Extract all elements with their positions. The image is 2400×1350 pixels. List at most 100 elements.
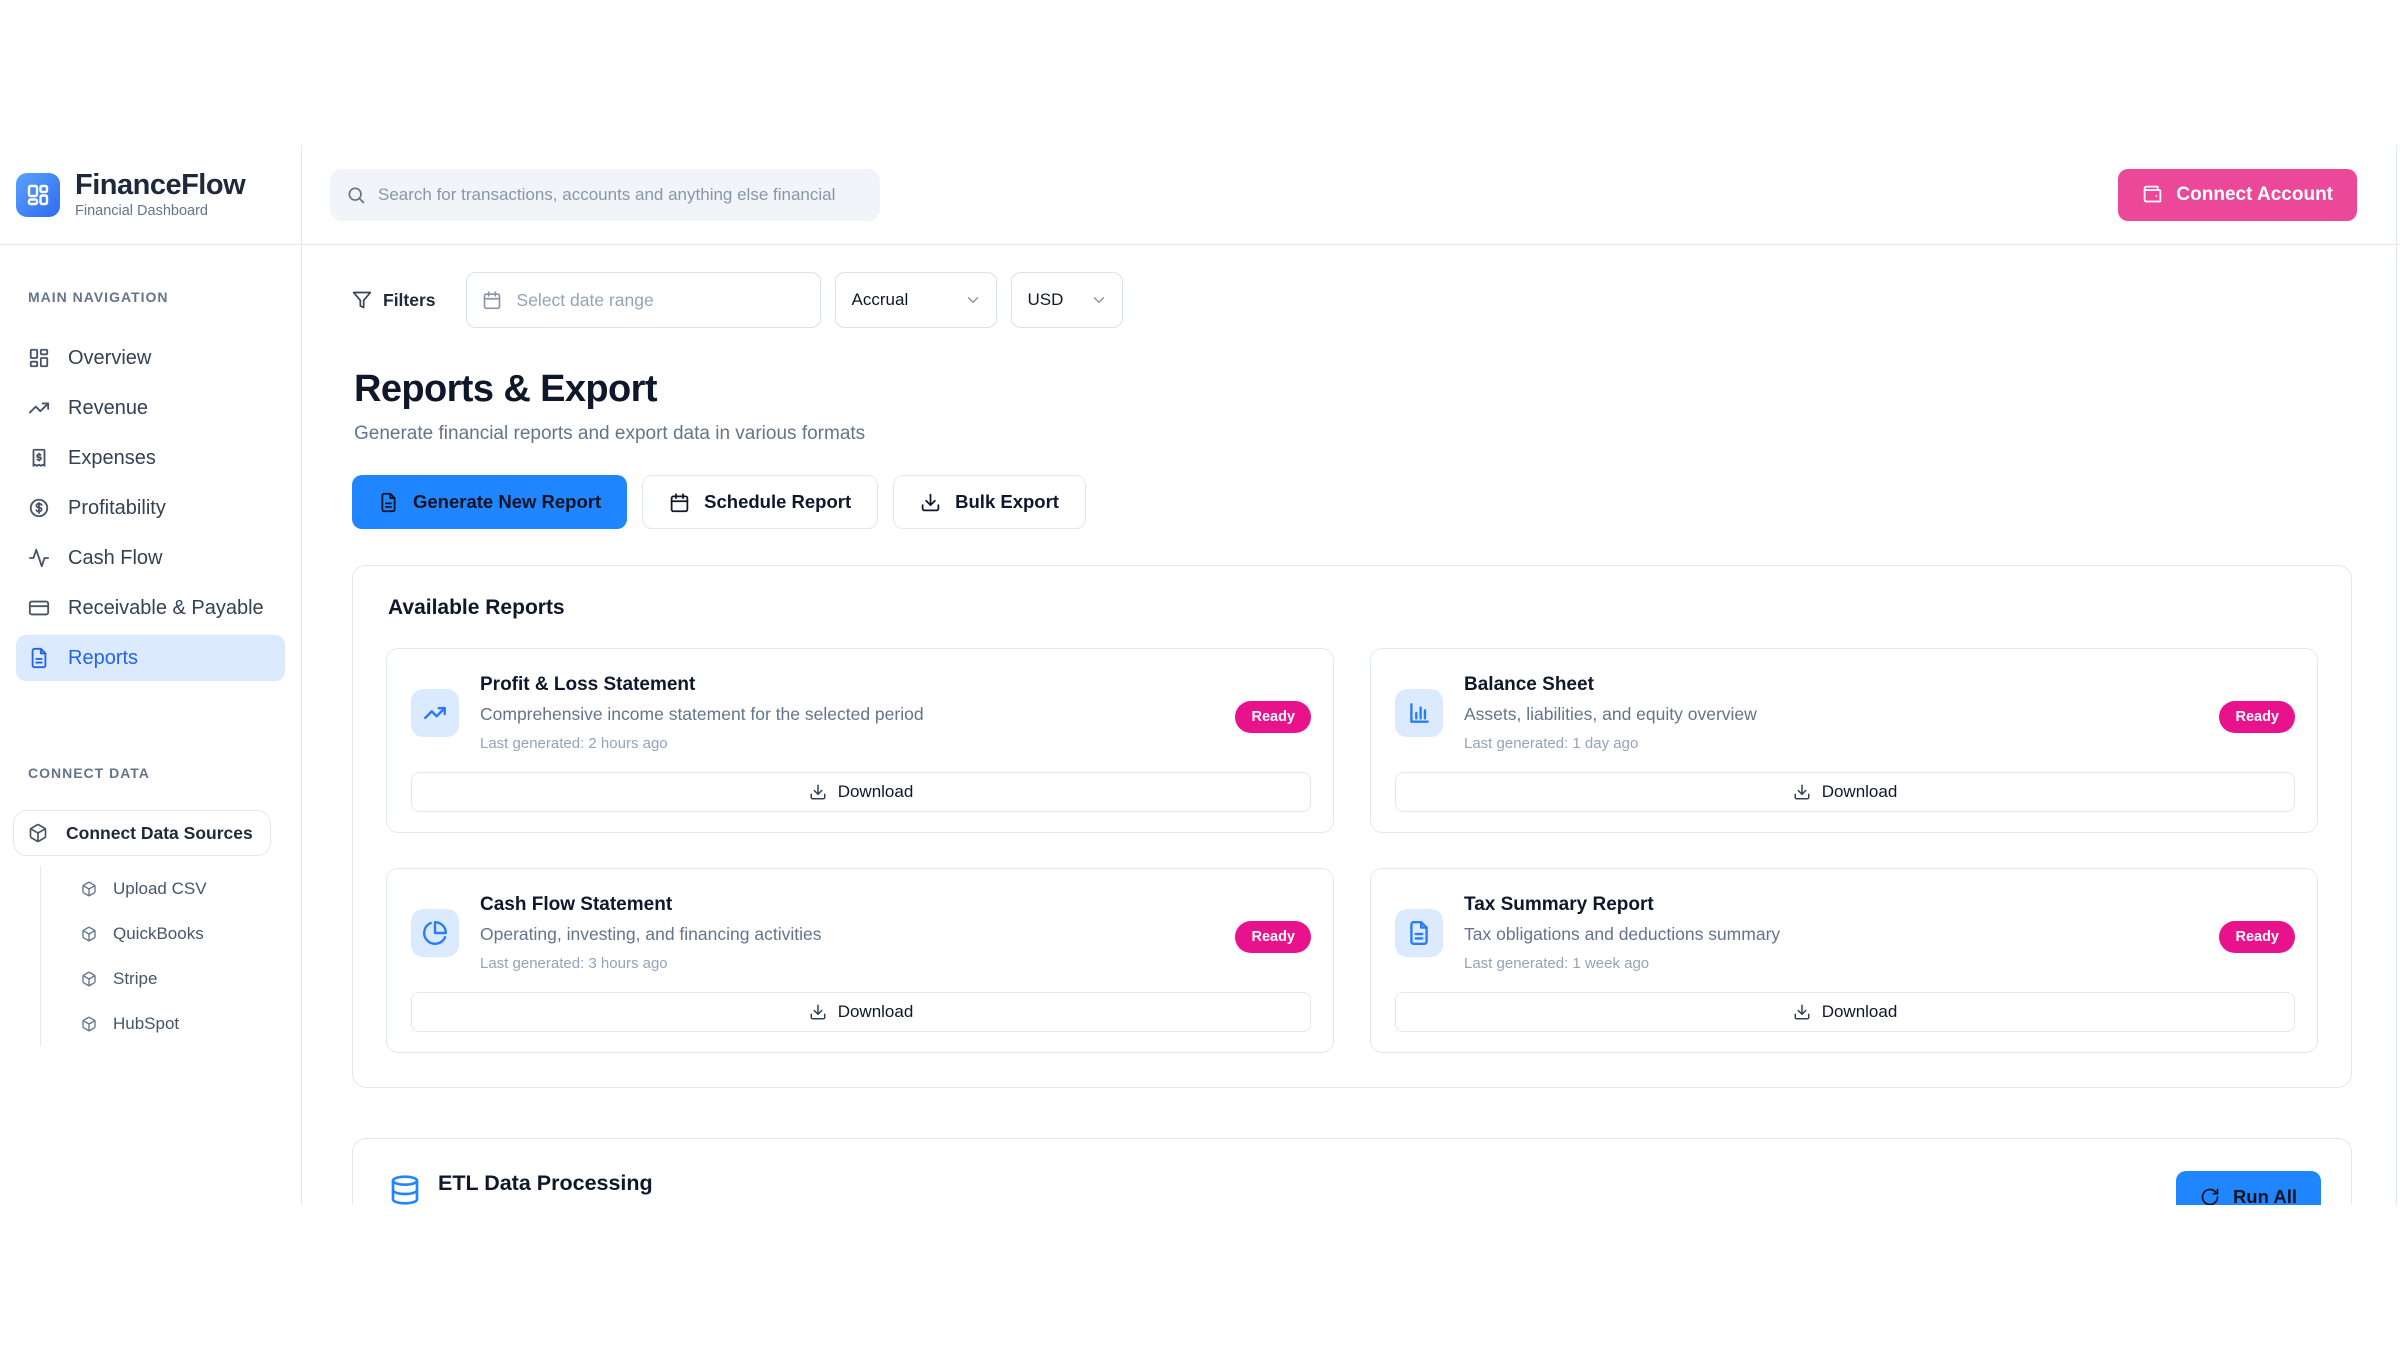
credit-card-icon	[28, 597, 50, 619]
sidebar-item-label: Receivable & Payable	[68, 597, 264, 620]
sidebar-item-label: Revenue	[68, 397, 148, 420]
page-right-border	[2396, 145, 2397, 1205]
trending-up-icon	[28, 397, 50, 419]
search-input[interactable]	[330, 169, 880, 221]
source-item-label: QuickBooks	[113, 924, 204, 944]
sidebar-item-label: Cash Flow	[68, 547, 162, 570]
receipt-icon	[28, 447, 50, 469]
file-text-icon	[378, 492, 399, 513]
status-badge: Ready	[2219, 921, 2295, 953]
sidebar-item-expenses[interactable]: Expenses	[16, 435, 285, 481]
download-label: Download	[1822, 1002, 1898, 1022]
filters-label: Filters	[383, 290, 436, 311]
download-button[interactable]: Download	[411, 772, 1311, 812]
source-item-label: Stripe	[113, 969, 157, 989]
accounting-basis-value: Accrual	[852, 290, 909, 310]
sidebar-item-label: Profitability	[68, 497, 166, 520]
download-label: Download	[838, 782, 914, 802]
available-reports-panel: Available Reports Profit & Loss Statemen…	[352, 565, 2352, 1088]
sidebar-item-cash-flow[interactable]: Cash Flow	[16, 535, 285, 581]
generate-new-report-label: Generate New Report	[413, 491, 601, 513]
run-all-label: Run All	[2233, 1186, 2297, 1205]
schedule-report-button[interactable]: Schedule Report	[642, 475, 878, 529]
download-button[interactable]: Download	[411, 992, 1311, 1032]
source-item-quickbooks[interactable]: QuickBooks	[41, 911, 285, 956]
filters-toggle[interactable]: Filters	[352, 290, 436, 311]
page-subtitle: Generate financial reports and export da…	[354, 423, 2352, 445]
date-range-field	[466, 272, 821, 328]
dollar-circle-icon	[28, 497, 50, 519]
bulk-export-button[interactable]: Bulk Export	[893, 475, 1086, 529]
file-text-icon	[28, 647, 50, 669]
report-icon-box	[1395, 689, 1443, 737]
pie-chart-icon	[422, 920, 448, 946]
dashboard-grid-icon	[26, 183, 50, 207]
report-card-tax-summary: Tax Summary Report Tax obligations and d…	[1370, 868, 2318, 1053]
connect-account-label: Connect Account	[2176, 184, 2333, 206]
database-icon	[389, 1174, 421, 1205]
main-navigation-label: MAIN NAVIGATION	[28, 289, 285, 305]
currency-select[interactable]: USD	[1011, 272, 1123, 328]
download-icon	[1793, 1003, 1811, 1021]
search-icon	[346, 185, 366, 205]
bulk-export-label: Bulk Export	[955, 491, 1059, 513]
accounting-basis-select[interactable]: Accrual	[835, 272, 997, 328]
download-label: Download	[838, 1002, 914, 1022]
calendar-icon	[482, 290, 502, 310]
download-button[interactable]: Download	[1395, 772, 2295, 812]
filters-row: Filters Accrual USD	[352, 272, 2352, 328]
report-card-cash-flow: Cash Flow Statement Operating, investing…	[386, 868, 1334, 1053]
download-icon	[809, 783, 827, 801]
top-bar: Connect Account	[302, 145, 2400, 245]
source-item-label: HubSpot	[113, 1014, 179, 1034]
run-all-button[interactable]: Run All	[2176, 1171, 2321, 1205]
brand-header: FinanceFlow Financial Dashboard	[0, 145, 301, 245]
sidebar-item-receivable-payable[interactable]: Receivable & Payable	[16, 585, 285, 631]
connect-data-sources-label: Connect Data Sources	[66, 823, 253, 844]
connect-data-sources-button[interactable]: Connect Data Sources	[13, 810, 271, 856]
report-title: Cash Flow Statement	[480, 894, 1235, 916]
source-item-upload-csv[interactable]: Upload CSV	[41, 866, 285, 911]
generate-new-report-button[interactable]: Generate New Report	[352, 475, 627, 529]
package-icon	[81, 881, 97, 897]
brand-name: FinanceFlow	[75, 170, 245, 200]
status-badge: Ready	[2219, 701, 2295, 733]
sidebar-nav: MAIN NAVIGATION Overview Revenue Expense…	[0, 289, 301, 1046]
app-logo	[16, 173, 60, 217]
download-button[interactable]: Download	[1395, 992, 2295, 1032]
report-description: Comprehensive income statement for the s…	[480, 704, 1235, 725]
sidebar-item-reports[interactable]: Reports	[16, 635, 285, 681]
report-last-generated: Last generated: 1 day ago	[1464, 735, 2219, 752]
connect-data-label: CONNECT DATA	[28, 765, 285, 781]
sidebar-item-label: Overview	[68, 347, 151, 370]
chevron-down-icon	[1090, 291, 1108, 309]
source-item-stripe[interactable]: Stripe	[41, 956, 285, 1001]
app-screen: FinanceFlow Financial Dashboard MAIN NAV…	[0, 0, 2400, 1350]
sidebar-item-profitability[interactable]: Profitability	[16, 485, 285, 531]
report-last-generated: Last generated: 3 hours ago	[480, 955, 1235, 972]
filter-funnel-icon	[352, 290, 372, 310]
chevron-down-icon	[964, 291, 982, 309]
brand-text: FinanceFlow Financial Dashboard	[75, 170, 245, 219]
download-icon	[920, 492, 941, 513]
calendar-icon	[669, 492, 690, 513]
sidebar-item-revenue[interactable]: Revenue	[16, 385, 285, 431]
report-title: Tax Summary Report	[1464, 894, 2219, 916]
package-icon	[81, 971, 97, 987]
page-content: Filters Accrual USD Reports &	[302, 245, 2400, 1205]
report-card-profit-loss: Profit & Loss Statement Comprehensive in…	[386, 648, 1334, 833]
date-range-input[interactable]	[466, 272, 821, 328]
sidebar-item-label: Reports	[68, 647, 138, 670]
schedule-report-label: Schedule Report	[704, 491, 851, 513]
etl-title: ETL Data Processing	[438, 1171, 680, 1196]
connect-account-button[interactable]: Connect Account	[2118, 169, 2357, 221]
report-icon-box	[1395, 909, 1443, 957]
source-item-label: Upload CSV	[113, 879, 207, 899]
search-bar	[330, 169, 880, 221]
data-source-list: Upload CSV QuickBooks Stripe HubSpot	[40, 866, 285, 1046]
report-last-generated: Last generated: 1 week ago	[1464, 955, 2219, 972]
sidebar-item-overview[interactable]: Overview	[16, 335, 285, 381]
file-text-icon	[1406, 920, 1432, 946]
report-title: Profit & Loss Statement	[480, 674, 1235, 696]
source-item-hubspot[interactable]: HubSpot	[41, 1001, 285, 1046]
